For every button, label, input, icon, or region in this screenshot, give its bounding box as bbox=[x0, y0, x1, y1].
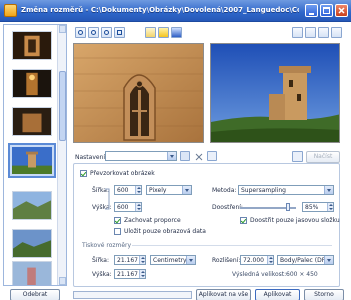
sharpen-label: Doostření: bbox=[212, 204, 243, 211]
resolution-unit-value: Body/Palec (DPI) bbox=[280, 257, 330, 264]
chevron-down-icon[interactable] bbox=[186, 256, 195, 264]
thumbnail[interactable] bbox=[12, 191, 52, 220]
preset-combo[interactable] bbox=[105, 151, 177, 161]
sharpen-spinner[interactable]: 85% bbox=[302, 202, 334, 212]
remove-button[interactable]: Odebrat bbox=[10, 289, 60, 300]
scroll-down-arrow[interactable] bbox=[59, 277, 66, 285]
unit-value: Pixely bbox=[149, 187, 167, 194]
resolution-label: Rozlišení: bbox=[212, 257, 241, 264]
link-bracket-icon bbox=[105, 188, 110, 210]
unit-combo[interactable]: Pixely bbox=[146, 185, 192, 195]
layout-split-icon[interactable] bbox=[292, 27, 303, 38]
height-spinner[interactable]: 600 bbox=[114, 202, 142, 212]
height-value: 600 bbox=[117, 204, 129, 211]
print-unit-combo[interactable]: Centimetry bbox=[150, 255, 196, 265]
preset-options-icon[interactable] bbox=[207, 151, 217, 161]
title-bar: Změna rozměrů - C:\Dokumenty\Obrázky\Dov… bbox=[0, 0, 351, 22]
chevron-down-icon[interactable] bbox=[182, 186, 191, 194]
thumbnail[interactable] bbox=[12, 261, 52, 285]
maximize-button[interactable] bbox=[320, 4, 333, 17]
resolution-unit-combo[interactable]: Body/Palec (DPI) bbox=[277, 255, 334, 265]
tower-photo bbox=[211, 44, 339, 142]
thumbnail[interactable] bbox=[12, 69, 52, 98]
progress-bar bbox=[73, 291, 192, 299]
section-divider bbox=[132, 245, 332, 246]
apply-all-button[interactable]: Aplikovat na vše bbox=[196, 289, 251, 300]
layout-single-icon[interactable] bbox=[305, 27, 316, 38]
print-height-spinner[interactable]: 21.167 bbox=[114, 269, 146, 279]
resample-label: Převzorkovat obrázek bbox=[90, 170, 155, 177]
apply-button[interactable]: Aplikovat bbox=[255, 289, 300, 300]
print-unit-value: Centimetry bbox=[153, 257, 187, 264]
actual-size-icon[interactable] bbox=[114, 27, 125, 38]
chevron-down-icon[interactable] bbox=[167, 152, 176, 160]
result-size-value: 600 × 450 bbox=[286, 271, 318, 278]
zoom-fit-icon[interactable] bbox=[101, 27, 112, 38]
sharpen-lightness-checkbox[interactable] bbox=[240, 217, 247, 224]
keep-ratio-label: Zachovat proporce bbox=[124, 217, 181, 224]
resolution-spinner[interactable]: 72.000 bbox=[240, 255, 274, 265]
print-width-label: Šířka: bbox=[92, 257, 110, 264]
chevron-down-icon[interactable] bbox=[324, 186, 333, 194]
chevron-down-icon[interactable] bbox=[324, 256, 333, 264]
result-size-label: Výsledná velikost: bbox=[232, 271, 287, 278]
thumbnail[interactable] bbox=[12, 31, 52, 60]
zoom-in-icon[interactable] bbox=[75, 27, 86, 38]
resize-settings-panel: Převzorkovat obrázek Šířka: 600 Pixely V… bbox=[73, 163, 340, 287]
print-width-value: 21.167 bbox=[117, 257, 138, 264]
delete-preset-icon[interactable] bbox=[193, 151, 203, 161]
load-button[interactable]: Načíst bbox=[306, 151, 340, 163]
only-data-label: Uložit pouze obrazová data bbox=[124, 228, 206, 235]
image-icon[interactable] bbox=[145, 27, 156, 38]
layout-compare-icon[interactable] bbox=[318, 27, 329, 38]
minimize-button[interactable] bbox=[305, 4, 318, 17]
width-spinner[interactable]: 600 bbox=[114, 185, 142, 195]
print-height-label: Výška: bbox=[92, 271, 112, 278]
cancel-button[interactable]: Storno bbox=[304, 289, 344, 300]
keep-ratio-checkbox[interactable] bbox=[114, 217, 121, 224]
window-title: Změna rozměrů - C:\Dokumenty\Obrázky\Dov… bbox=[21, 6, 299, 14]
result-preview[interactable] bbox=[210, 43, 340, 143]
sharpen-slider-handle[interactable] bbox=[285, 203, 290, 211]
app-icon bbox=[4, 4, 17, 17]
only-data-checkbox[interactable] bbox=[114, 228, 121, 235]
thumbnail[interactable] bbox=[12, 229, 52, 258]
close-icon bbox=[338, 7, 345, 14]
print-size-title: Tiskové rozměry bbox=[82, 242, 132, 249]
thumbnail-selected[interactable] bbox=[8, 143, 56, 178]
info-icon[interactable] bbox=[171, 27, 182, 38]
save-preset-icon[interactable] bbox=[180, 151, 190, 161]
thumbnail-list[interactable] bbox=[3, 24, 67, 286]
thumbnail[interactable] bbox=[12, 107, 52, 136]
print-height-value: 21.167 bbox=[117, 271, 138, 278]
close-button[interactable] bbox=[335, 4, 348, 17]
zoom-out-icon[interactable] bbox=[88, 27, 99, 38]
scroll-thumb[interactable] bbox=[59, 71, 66, 141]
width-value: 600 bbox=[117, 187, 129, 194]
print-width-spinner[interactable]: 21.167 bbox=[114, 255, 146, 265]
resample-checkbox[interactable] bbox=[80, 170, 87, 177]
preset-label: Nastavení: bbox=[75, 154, 108, 161]
resolution-value: 72.000 bbox=[243, 257, 264, 264]
method-combo[interactable]: Supersampling bbox=[238, 185, 334, 195]
method-value: Supersampling bbox=[241, 187, 286, 194]
layout-fullscreen-icon[interactable] bbox=[331, 27, 342, 38]
sun-icon[interactable] bbox=[158, 27, 169, 38]
sharpen-value: 85% bbox=[305, 204, 319, 211]
window-photo bbox=[74, 44, 203, 142]
clipboard-icon[interactable] bbox=[292, 151, 303, 162]
original-preview[interactable] bbox=[73, 43, 204, 143]
sharpen-lightness-label: Doostřit pouze jasovou složku bbox=[250, 217, 340, 224]
thumbnail-scrollbar[interactable] bbox=[57, 25, 66, 285]
scroll-up-arrow[interactable] bbox=[59, 25, 66, 33]
method-label: Metoda: bbox=[212, 187, 237, 194]
